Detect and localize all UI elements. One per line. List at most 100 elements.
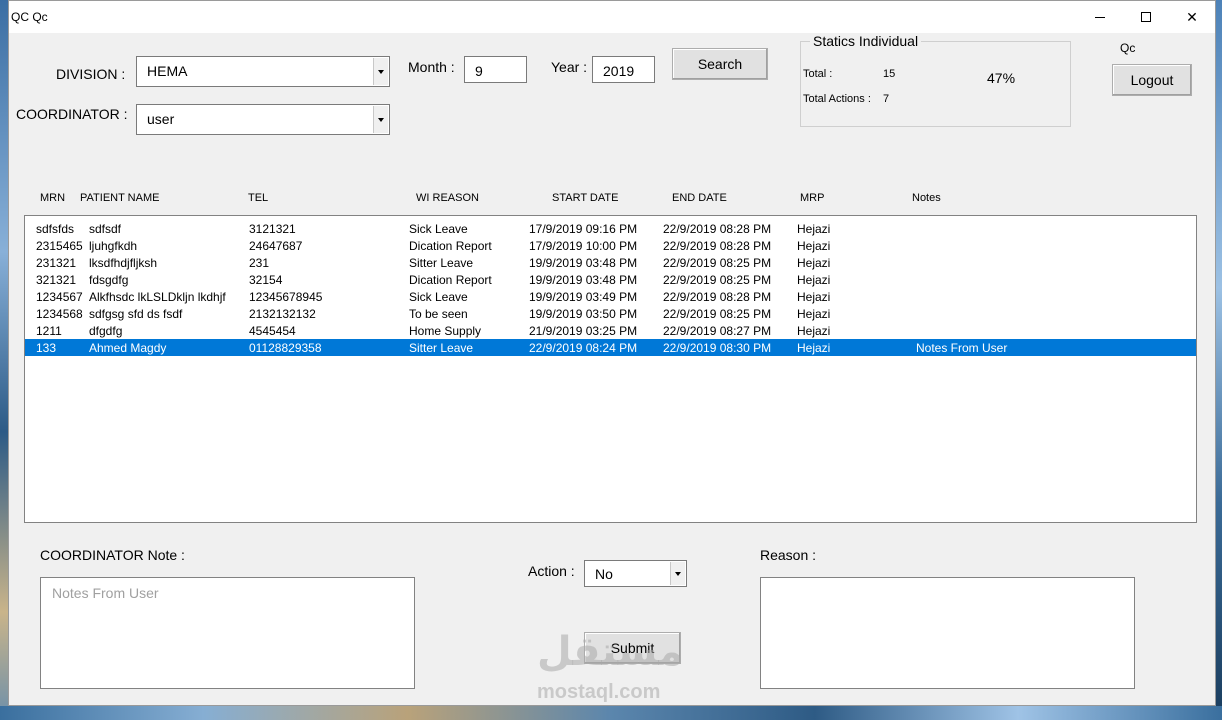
logout-button[interactable]: Logout bbox=[1112, 64, 1192, 96]
minimize-button[interactable] bbox=[1077, 1, 1123, 33]
cell-end-date: 22/9/2019 08:28 PM bbox=[663, 239, 772, 253]
maximize-icon bbox=[1141, 12, 1151, 22]
action-dropdown-button[interactable] bbox=[670, 562, 685, 585]
table-row[interactable]: 321321 fdsgdfg 32154 Dication Report 19/9/20… bbox=[25, 271, 1196, 288]
cell-mrn: 321321 bbox=[36, 273, 77, 287]
cell-wi-reason: Sick Leave bbox=[409, 290, 468, 304]
coordinator-note-textarea[interactable]: Notes From User bbox=[40, 577, 415, 689]
cell-start-date: 22/9/2019 08:24 PM bbox=[529, 341, 638, 355]
cell-mrp: Hejazi bbox=[797, 307, 831, 321]
cell-tel: 3121321 bbox=[249, 222, 296, 236]
action-value: No bbox=[595, 566, 613, 582]
action-label: Action : bbox=[528, 563, 575, 579]
column-header-start-date[interactable]: START DATE bbox=[552, 192, 618, 204]
total-label: Total : bbox=[803, 68, 833, 80]
division-dropdown-button[interactable] bbox=[373, 58, 388, 85]
table-row[interactable]: 1211 dfgdfg 4545454 Home Supply 21/9/2019 03… bbox=[25, 322, 1196, 339]
minimize-icon bbox=[1095, 16, 1105, 18]
chevron-down-icon bbox=[378, 69, 384, 74]
column-header-end-date[interactable]: END DATE bbox=[672, 192, 727, 204]
table-row[interactable]: 231321 lksdfhdjfljksh 231 Sitter Leave 19/9/… bbox=[25, 254, 1196, 271]
window-title: QC Qc bbox=[11, 10, 48, 24]
cell-mrp: Hejazi bbox=[797, 290, 831, 304]
cell-end-date: 22/9/2019 08:30 PM bbox=[663, 341, 772, 355]
action-select[interactable]: No bbox=[584, 560, 687, 587]
month-input[interactable]: 9 bbox=[464, 56, 527, 83]
column-header-wi-reason[interactable]: WI REASON bbox=[416, 192, 479, 204]
division-select[interactable]: HEMA bbox=[136, 56, 390, 87]
cell-wi-reason: Sitter Leave bbox=[409, 341, 474, 355]
reason-textarea[interactable] bbox=[760, 577, 1135, 689]
cell-tel: 32154 bbox=[249, 273, 283, 287]
title-bar[interactable]: QC Qc ✕ bbox=[9, 1, 1215, 33]
cell-wi-reason: Dication Report bbox=[409, 239, 492, 253]
cell-end-date: 22/9/2019 08:28 PM bbox=[663, 290, 772, 304]
cell-end-date: 22/9/2019 08:25 PM bbox=[663, 307, 772, 321]
cell-start-date: 19/9/2019 03:48 PM bbox=[529, 256, 638, 270]
cell-mrn: 133 bbox=[36, 341, 57, 355]
desktop-background-bottom bbox=[0, 706, 1222, 720]
cell-end-date: 22/9/2019 08:25 PM bbox=[663, 273, 772, 287]
column-header-tel[interactable]: TEL bbox=[248, 192, 268, 204]
cell-mrn: 231321 bbox=[36, 256, 77, 270]
desktop-background-left bbox=[0, 0, 8, 720]
cell-patient-name: dfgdfg bbox=[89, 324, 123, 338]
month-label: Month : bbox=[408, 59, 455, 75]
table-row[interactable]: 2315465 ljuhgfkdh 24647687 Dication Report 1… bbox=[25, 237, 1196, 254]
column-header-patient-name[interactable]: PATIENT NAME bbox=[80, 192, 159, 204]
cell-start-date: 19/9/2019 03:50 PM bbox=[529, 307, 638, 321]
close-button[interactable]: ✕ bbox=[1169, 1, 1215, 33]
maximize-button[interactable] bbox=[1123, 1, 1169, 33]
cell-mrn: 1211 bbox=[36, 324, 62, 338]
cell-patient-name: sdfgsg sfd ds fsdf bbox=[89, 307, 183, 321]
cell-mrp: Hejazi bbox=[797, 239, 831, 253]
total-actions-label: Total Actions : bbox=[803, 93, 871, 105]
cell-tel: 231 bbox=[249, 256, 270, 270]
table-row[interactable]: sdfsfds sdfsdf 3121321 Sick Leave 17/9/2019 … bbox=[25, 220, 1196, 237]
main-window: QC Qc ✕ DIVISION : HEMA COORDINATOR : us… bbox=[8, 0, 1216, 706]
reason-label: Reason : bbox=[760, 547, 817, 563]
cell-mrn: 1234567 bbox=[36, 290, 83, 304]
cell-wi-reason: To be seen bbox=[409, 307, 468, 321]
cell-patient-name: Alkfhsdc lkLSLDkljn lkdhjf bbox=[89, 290, 226, 304]
division-label: DIVISION : bbox=[56, 66, 126, 82]
cell-start-date: 19/9/2019 03:48 PM bbox=[529, 273, 638, 287]
coordinator-value: user bbox=[147, 111, 175, 127]
cell-mrp: Hejazi bbox=[797, 341, 831, 355]
column-header-notes[interactable]: Notes bbox=[912, 192, 941, 204]
cell-tel: 24647687 bbox=[249, 239, 303, 253]
chevron-down-icon bbox=[675, 571, 681, 576]
cell-start-date: 21/9/2019 03:25 PM bbox=[529, 324, 638, 338]
cell-start-date: 17/9/2019 09:16 PM bbox=[529, 222, 638, 236]
cell-mrn: 1234568 bbox=[36, 307, 83, 321]
column-header-mrp[interactable]: MRP bbox=[800, 192, 824, 204]
cell-mrp: Hejazi bbox=[797, 273, 831, 287]
column-header-mrn[interactable]: MRN bbox=[40, 192, 65, 204]
cell-wi-reason: Sitter Leave bbox=[409, 256, 474, 270]
total-actions-value: 7 bbox=[883, 93, 890, 105]
cell-end-date: 22/9/2019 08:25 PM bbox=[663, 256, 772, 270]
patient-list[interactable]: sdfsfds sdfsdf 3121321 Sick Leave 17/9/2019 … bbox=[24, 215, 1197, 523]
cell-mrp: Hejazi bbox=[797, 256, 831, 270]
cell-mrn: sdfsfds bbox=[36, 222, 75, 236]
desktop-background-right bbox=[1216, 0, 1222, 720]
cell-start-date: 17/9/2019 10:00 PM bbox=[529, 239, 638, 253]
cell-notes: Notes From User bbox=[916, 341, 1008, 355]
coordinator-dropdown-button[interactable] bbox=[373, 106, 388, 133]
cell-mrp: Hejazi bbox=[797, 324, 831, 338]
table-row[interactable]: 1234568 sdfgsg sfd ds fsdf 2132132132 To be… bbox=[25, 305, 1196, 322]
year-input[interactable]: 2019 bbox=[592, 56, 655, 83]
coordinator-select[interactable]: user bbox=[136, 104, 390, 135]
cell-wi-reason: Home Supply bbox=[409, 324, 482, 338]
search-button[interactable]: Search bbox=[672, 48, 768, 80]
table-row[interactable]: 133 Ahmed Magdy 01128829358 Sitter Leave 22/… bbox=[25, 339, 1196, 356]
cell-end-date: 22/9/2019 08:27 PM bbox=[663, 324, 772, 338]
cell-tel: 12345678945 bbox=[249, 290, 323, 304]
table-row[interactable]: 1234567 Alkfhsdc lkLSLDkljn lkdhjf 1234567… bbox=[25, 288, 1196, 305]
cell-tel: 01128829358 bbox=[249, 341, 322, 355]
year-label: Year : bbox=[551, 59, 588, 75]
cell-end-date: 22/9/2019 08:28 PM bbox=[663, 222, 772, 236]
cell-wi-reason: Sick Leave bbox=[409, 222, 468, 236]
cell-tel: 4545454 bbox=[249, 324, 296, 338]
cell-wi-reason: Dication Report bbox=[409, 273, 492, 287]
